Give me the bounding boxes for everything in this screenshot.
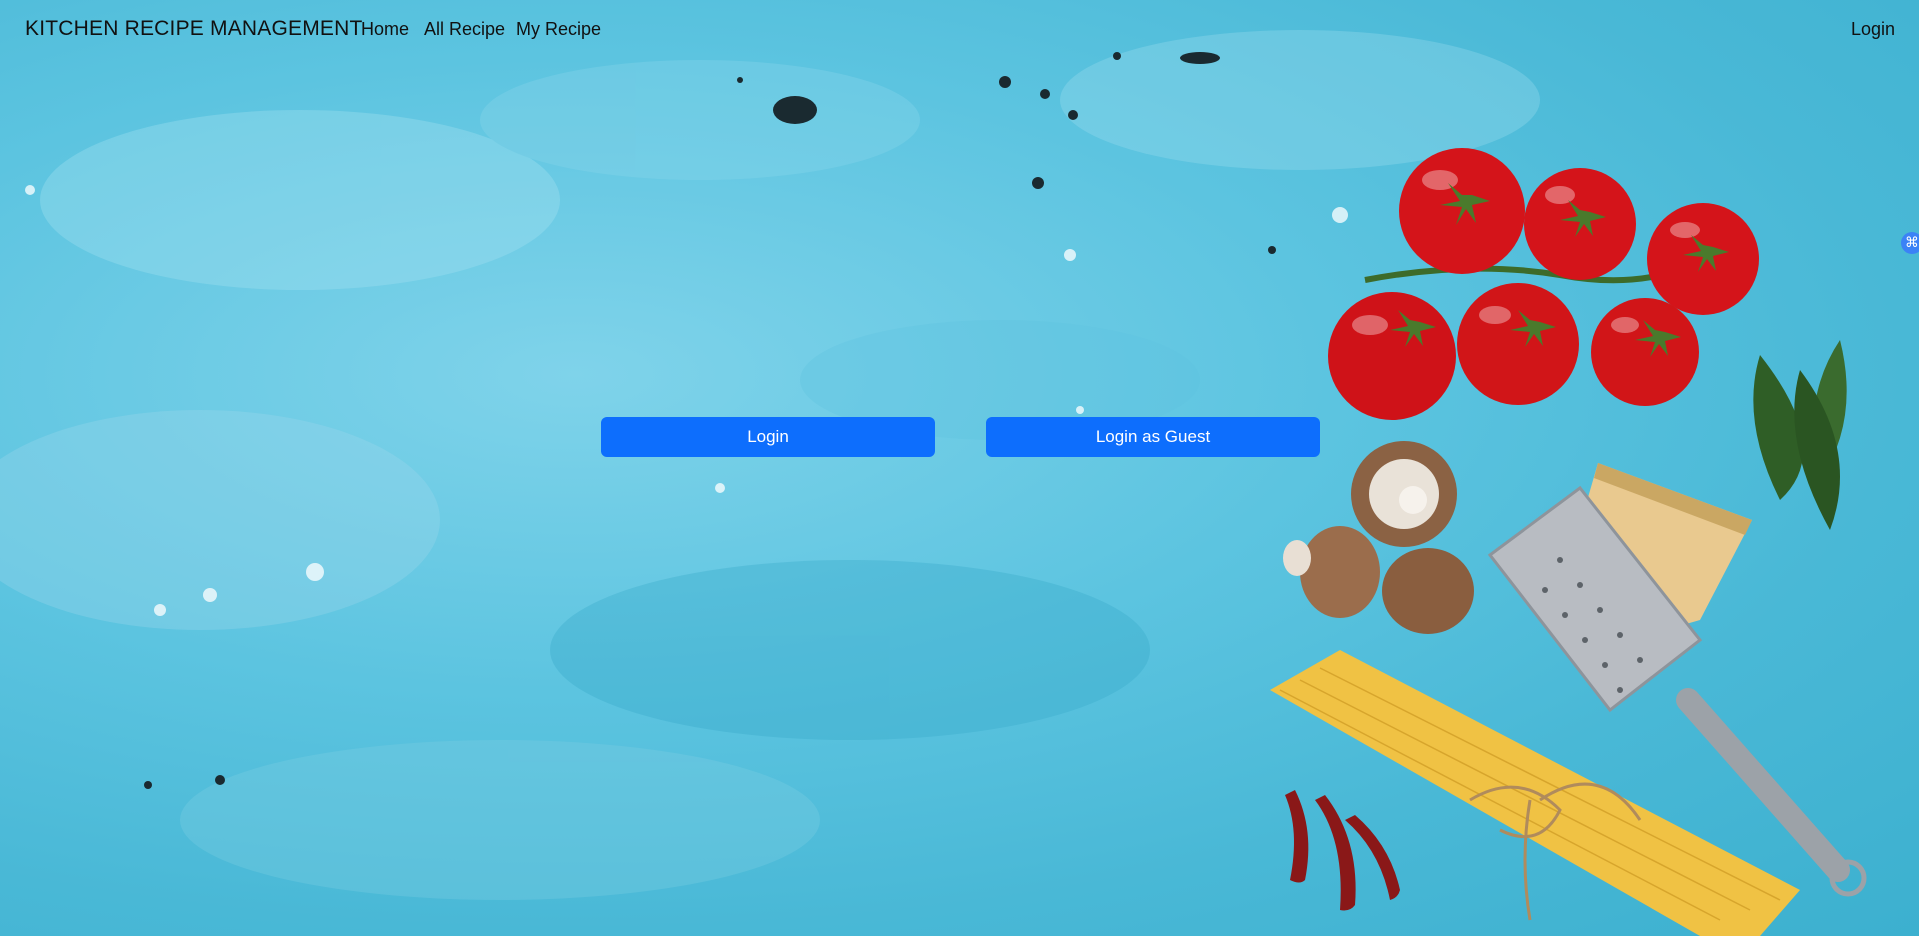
background-image	[0, 30, 1867, 936]
paint-texture	[0, 30, 1540, 900]
brand-title[interactable]: KITCHEN RECIPE MANAGEMENT	[25, 17, 363, 41]
chili-peppers	[1285, 790, 1400, 911]
nav-link-home[interactable]: Home	[361, 19, 409, 40]
bay-leaves	[1753, 340, 1847, 530]
navbar: KITCHEN RECIPE MANAGEMENT Home All Recip…	[0, 0, 1919, 58]
login-button[interactable]: Login	[601, 417, 935, 457]
nav-link-login[interactable]: Login	[1851, 19, 1895, 40]
nav-link-my-recipe[interactable]: My Recipe	[516, 19, 601, 40]
nav-link-all-recipe[interactable]: All Recipe	[424, 19, 505, 40]
command-icon[interactable]: ⌘	[1901, 232, 1919, 254]
login-as-guest-button[interactable]: Login as Guest	[986, 417, 1320, 457]
mushrooms	[1283, 441, 1474, 634]
page: KITCHEN RECIPE MANAGEMENT Home All Recip…	[0, 0, 1919, 936]
tomatoes	[1328, 148, 1759, 420]
